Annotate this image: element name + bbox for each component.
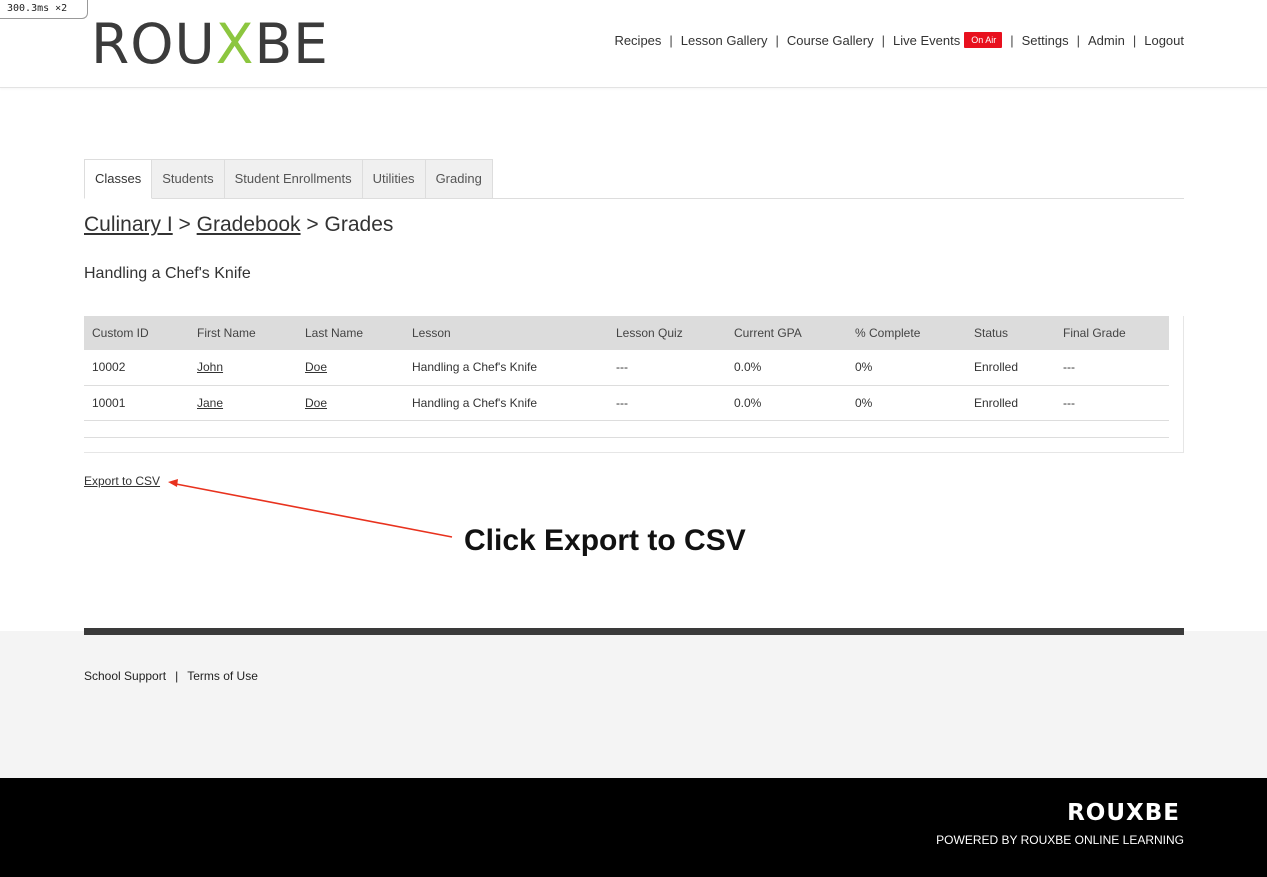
powered-by-text: POWERED BY ROUXBE ONLINE LEARNING — [936, 833, 1184, 847]
perf-badge: 300.3ms ×2 — [0, 0, 88, 19]
footer-school-support-link[interactable]: School Support — [84, 669, 166, 683]
rouxbe-footer-logo[interactable]: ROUXBE — [1067, 800, 1180, 826]
footer — [0, 631, 1267, 778]
footer-links: School Support | Terms of Use — [84, 669, 258, 683]
footer-terms-link[interactable]: Terms of Use — [187, 669, 258, 683]
annotation-label: Click Export to CSV — [464, 524, 746, 557]
footer-divider — [84, 628, 1184, 635]
bottom-bar: ROUXBE POWERED BY ROUXBE ONLINE LEARNING — [0, 778, 1267, 877]
